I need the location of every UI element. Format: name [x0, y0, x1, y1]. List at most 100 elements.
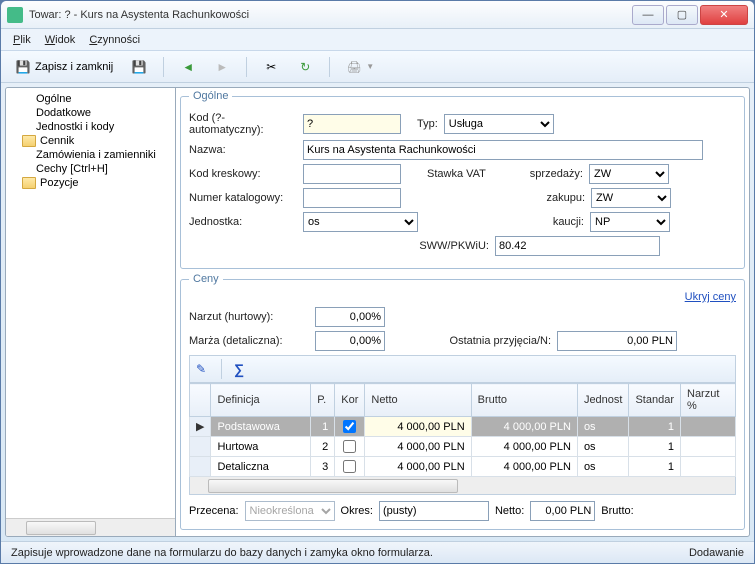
sidebar-item-cennik[interactable]: Cennik — [6, 134, 175, 148]
scrollbar-thumb[interactable] — [26, 521, 96, 535]
toolbar: 💾 Zapisz i zamknij 💾 ◄ ► ✂ ↻ 🖨▼ — [1, 51, 754, 83]
table-row[interactable]: Hurtowa24 000,00 PLN4 000,00 PLNos1 — [190, 437, 736, 457]
numer-kat-label: Numer katalogowy: — [189, 192, 297, 204]
zakupu-select[interactable]: ZW — [591, 188, 671, 208]
statusbar: Zapisuje wprowadzone dane na formularzu … — [1, 541, 754, 563]
typ-select[interactable]: Usługa — [444, 114, 554, 134]
przecena-label: Przecena: — [189, 505, 239, 517]
col-brutto[interactable]: Brutto — [471, 384, 577, 417]
close-button[interactable]: ✕ — [700, 5, 748, 25]
sidebar-scrollbar[interactable] — [6, 518, 175, 536]
cell-netto: 4 000,00 PLN — [365, 417, 471, 437]
nav-tree: Ogólne Dodatkowe Jednostki i kody Cennik… — [6, 88, 175, 518]
ogolne-group: Ogólne Kod (?-automatyczny): Typ: Usługa… — [180, 90, 745, 269]
menu-widok[interactable]: Widok — [45, 34, 76, 46]
save-close-button[interactable]: 💾 Zapisz i zamknij — [9, 56, 119, 78]
sum-icon[interactable]: ∑ — [234, 361, 244, 377]
col-narzut[interactable]: Narzut % — [681, 384, 736, 417]
separator — [163, 57, 164, 77]
przecena-select[interactable]: Nieokreślona — [245, 501, 335, 521]
scrollbar-thumb[interactable] — [208, 479, 458, 493]
menu-plik[interactable]: Plik — [13, 34, 31, 46]
kod-kreskowy-input[interactable] — [303, 164, 401, 184]
cell-kor[interactable] — [335, 457, 365, 477]
minimize-button[interactable]: — — [632, 5, 664, 25]
kor-checkbox[interactable] — [343, 420, 356, 433]
col-pointer — [190, 384, 211, 417]
narzut-input[interactable] — [315, 307, 385, 327]
jednostka-label: Jednostka: — [189, 216, 297, 228]
cell-def: Hurtowa — [211, 437, 311, 457]
cell-netto: 4 000,00 PLN — [365, 437, 471, 457]
refresh-icon: ↻ — [297, 59, 313, 75]
sidebar-item-zamowienia[interactable]: Zamówienia i zamienniki — [6, 148, 175, 162]
netto-label: Netto: — [495, 505, 524, 517]
sidebar-item-ogolne[interactable]: Ogólne — [6, 92, 175, 106]
separator — [246, 57, 247, 77]
okres-input[interactable] — [379, 501, 489, 521]
kaucji-label: kaucji: — [424, 216, 584, 228]
sidebar-item-cechy[interactable]: Cechy [Ctrl+H] — [6, 162, 175, 176]
col-kor[interactable]: Kor — [335, 384, 365, 417]
nazwa-input[interactable] — [303, 140, 703, 160]
cell-p: 1 — [311, 417, 335, 437]
kaucji-select[interactable]: NP — [590, 212, 670, 232]
menu-czynnosci[interactable]: Czynności — [89, 34, 140, 46]
sww-input[interactable] — [495, 236, 660, 256]
dropdown-icon: ▼ — [366, 62, 374, 71]
kor-checkbox[interactable] — [343, 460, 356, 473]
cell-def: Podstawowa — [211, 417, 311, 437]
netto-input[interactable] — [530, 501, 595, 521]
forward-icon: ► — [214, 59, 230, 75]
forward-button[interactable]: ► — [208, 56, 236, 78]
sidebar-item-dodatkowe[interactable]: Dodatkowe — [6, 106, 175, 120]
edit-icon[interactable]: ✎ — [193, 361, 209, 377]
col-p[interactable]: P. — [311, 384, 335, 417]
titlebar: Towar: ? - Kurs na Asystenta Rachunkowoś… — [1, 1, 754, 29]
back-icon: ◄ — [180, 59, 196, 75]
maximize-button[interactable]: ▢ — [666, 5, 698, 25]
refresh-button[interactable]: ↻ — [291, 56, 319, 78]
sidebar: Ogólne Dodatkowe Jednostki i kody Cennik… — [6, 88, 176, 536]
print-button[interactable]: 🖨▼ — [340, 56, 380, 78]
jednostka-select[interactable]: os — [303, 212, 418, 232]
cell-kor[interactable] — [335, 417, 365, 437]
kor-checkbox[interactable] — [343, 440, 356, 453]
kod-label: Kod (?-automatyczny): — [189, 112, 297, 136]
cell-std: 1 — [629, 457, 681, 477]
tools-button[interactable]: ✂ — [257, 56, 285, 78]
separator — [329, 57, 330, 77]
typ-label: Typ: — [417, 118, 438, 130]
table-row[interactable]: Detaliczna34 000,00 PLN4 000,00 PLNos1 — [190, 457, 736, 477]
back-button[interactable]: ◄ — [174, 56, 202, 78]
okres-label: Okres: — [341, 505, 373, 517]
folder-icon — [22, 135, 36, 147]
sidebar-item-pozycje[interactable]: Pozycje — [6, 176, 175, 190]
marza-input[interactable] — [315, 331, 385, 351]
grid-scrollbar[interactable] — [189, 477, 736, 495]
cell-brutto: 4 000,00 PLN — [471, 457, 577, 477]
sidebar-item-jednostki[interactable]: Jednostki i kody — [6, 120, 175, 134]
zakupu-label: zakupu: — [407, 192, 585, 204]
cell-netto: 4 000,00 PLN — [365, 457, 471, 477]
save-button[interactable]: 💾 — [125, 56, 153, 78]
col-netto[interactable]: Netto — [365, 384, 471, 417]
col-standar[interactable]: Standar — [629, 384, 681, 417]
cell-brutto: 4 000,00 PLN — [471, 417, 577, 437]
prices-table: Definicja P. Kor Netto Brutto Jednost St… — [189, 383, 736, 477]
kod-input[interactable] — [303, 114, 401, 134]
cell-kor[interactable] — [335, 437, 365, 457]
grid-toolbar: ✎ ∑ — [189, 355, 736, 383]
ukryj-ceny-link[interactable]: Ukryj ceny — [685, 291, 736, 303]
print-icon: 🖨 — [346, 59, 362, 75]
sprzedazy-select[interactable]: ZW — [589, 164, 669, 184]
ostatnia-input[interactable] — [557, 331, 677, 351]
col-jednost[interactable]: Jednost — [577, 384, 629, 417]
col-definicja[interactable]: Definicja — [211, 384, 311, 417]
numer-kat-input[interactable] — [303, 188, 401, 208]
table-row[interactable]: ▶Podstawowa14 000,00 PLN4 000,00 PLNos1 — [190, 417, 736, 437]
sprzedazy-label: sprzedaży: — [523, 168, 583, 180]
cell-narzut — [681, 457, 736, 477]
cell-narzut — [681, 437, 736, 457]
brutto-label: Brutto: — [601, 505, 633, 517]
